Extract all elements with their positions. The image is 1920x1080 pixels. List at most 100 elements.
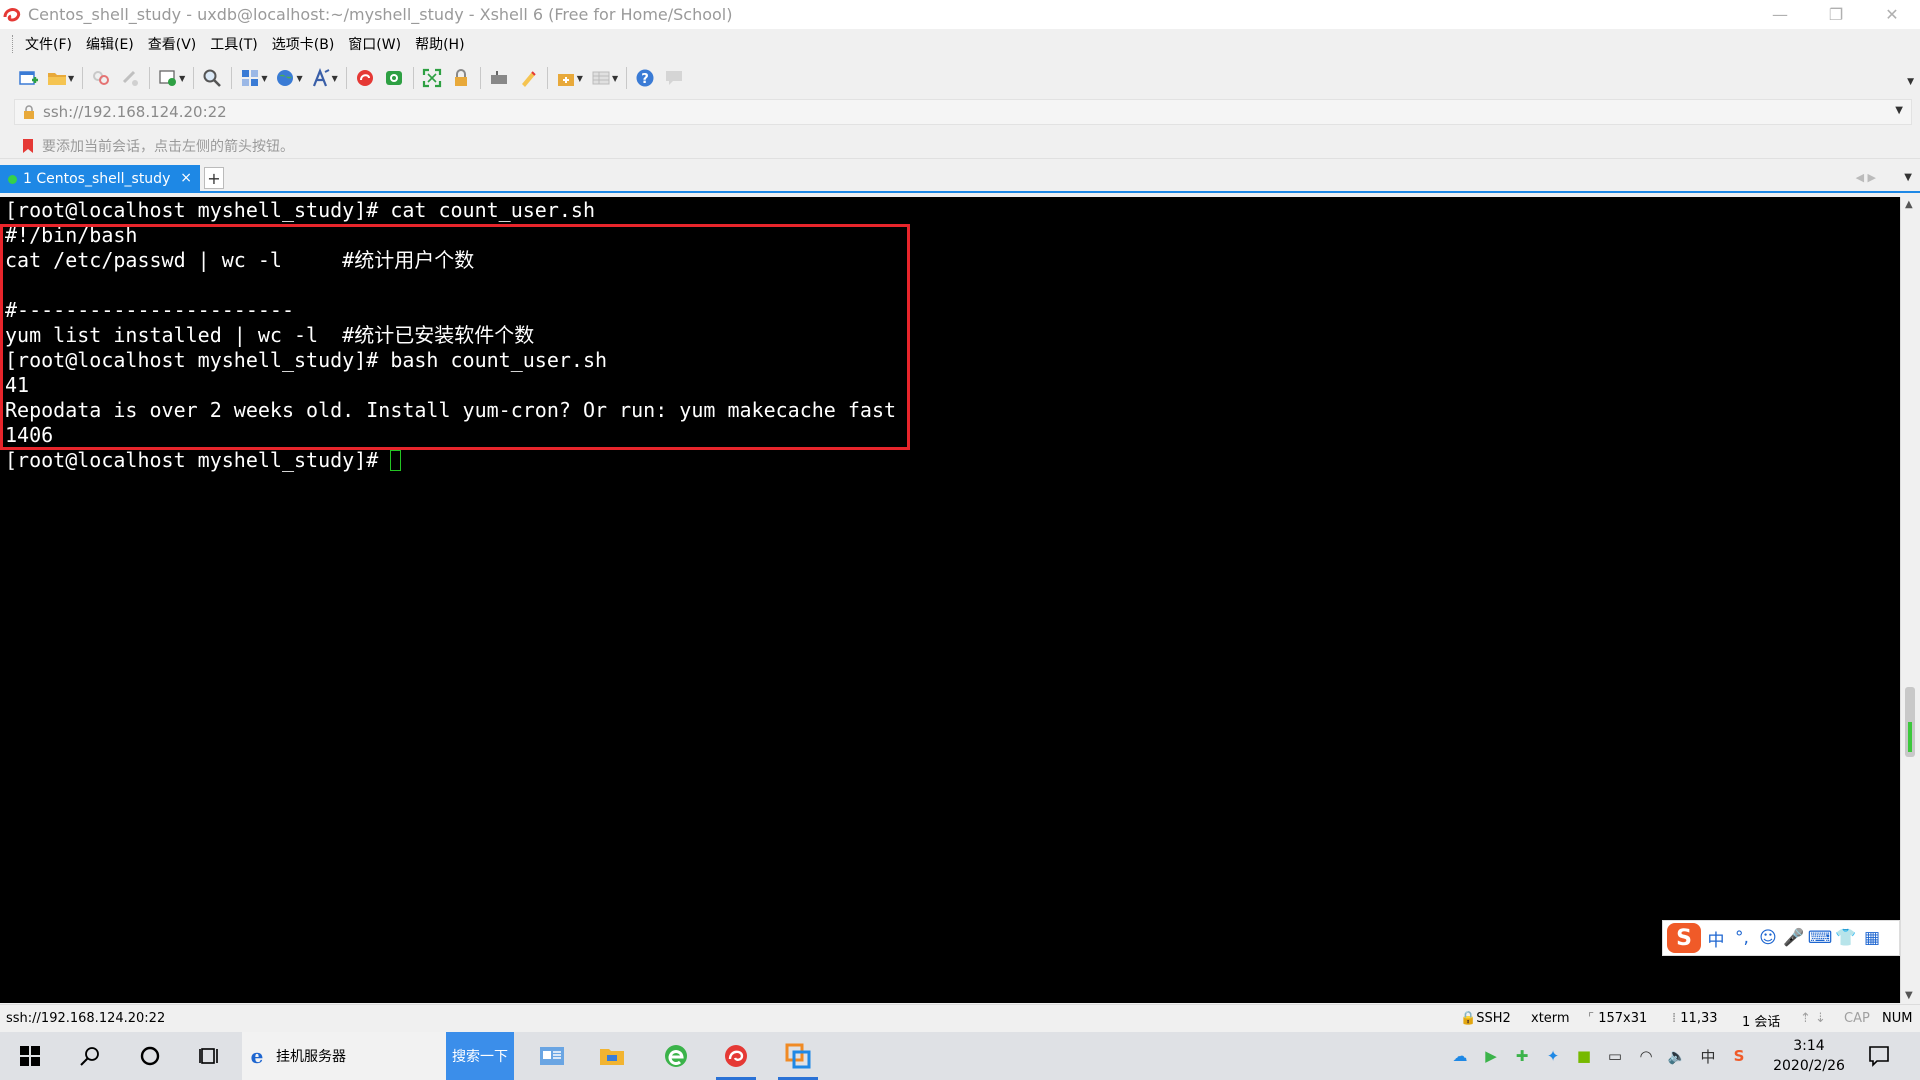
lock-icon[interactable] [447,64,475,92]
taskbar-clock[interactable]: 3:14 2020/2/26 [1764,1036,1854,1076]
ime-toolbar[interactable]: S 中 °, ☺ 🎤 ⌨ 👕 ▦ [1662,920,1900,956]
new-tab-button[interactable]: + [204,167,224,189]
taskbar-app-explorer-window-icon[interactable] [528,1032,576,1080]
ime-voice-icon[interactable]: 🎤 [1783,927,1805,949]
search-go-button[interactable]: 搜索一下 [446,1032,514,1080]
status-cap: CAP [1844,1011,1870,1026]
status-term-type: xterm [1531,1011,1570,1026]
status-size-text: 157x31 [1598,1011,1648,1026]
address-lock-icon [24,105,34,119]
window-controls: — ❐ ✕ [1752,0,1920,29]
open-folder-icon[interactable] [43,64,71,92]
tray-security-icon[interactable]: ✚ [1512,1046,1532,1066]
tab-label: 1 Centos_shell_study [23,171,171,187]
menu-tools[interactable]: 工具(T) [203,34,264,54]
status-cursor-text: 11,33 [1680,1011,1718,1026]
menu-help[interactable]: 帮助(H) [408,34,471,54]
address-bar[interactable]: ssh://192.168.124.20:22 ▼ [14,99,1912,125]
menu-edit[interactable]: 编辑(E) [79,34,141,54]
script-icon[interactable] [514,64,542,92]
svg-text:?: ? [641,72,649,87]
toolbar-overflow-icon[interactable]: ▼ [1907,77,1914,87]
cortana-icon[interactable] [126,1032,174,1080]
tray-sogou-icon[interactable]: S [1729,1046,1749,1066]
taskbar-xshell-icon[interactable] [712,1032,760,1080]
file-explorer-icon[interactable] [588,1032,636,1080]
system-tray: ☁ ▶ ✚ ✦ ■ ▭ ◠ 🔈 中 S [1450,1032,1760,1080]
close-button[interactable]: ✕ [1864,0,1920,29]
new-session-icon[interactable] [14,64,42,92]
grid-icon[interactable] [587,64,615,92]
address-input[interactable]: ssh://192.168.124.20:22 [43,103,227,121]
terminal-scrollbar[interactable]: ▲ ▼ [1900,197,1920,1003]
chat-icon[interactable] [660,64,688,92]
menu-view[interactable]: 查看(V) [141,34,204,54]
ime-skin-icon[interactable]: 👕 [1835,927,1857,949]
properties-icon[interactable] [154,64,182,92]
tray-cloud-icon[interactable]: ☁ [1450,1046,1470,1066]
minimize-button[interactable]: — [1752,0,1808,29]
reconnect-icon[interactable] [116,64,144,92]
xshell-icon[interactable] [351,64,379,92]
menu-file[interactable]: 文件(F) [18,34,79,54]
tray-wifi-icon[interactable]: ◠ [1636,1046,1656,1066]
tray-volume-icon[interactable]: 🔈 [1667,1046,1687,1066]
menu-grip [12,35,16,53]
tab-list-dropdown-icon[interactable]: ▼ [1904,172,1912,183]
ime-toolbox-icon[interactable]: ▦ [1861,927,1883,949]
status-sessions: 1 会话 [1742,1015,1781,1030]
fullscreen-icon[interactable] [418,64,446,92]
status-cursor-pos: ⁞ 11,33 [1672,1011,1718,1026]
toolbar-separator [626,67,628,89]
scroll-up-icon[interactable]: ▲ [1905,199,1913,210]
task-view-icon[interactable] [186,1032,234,1080]
tray-ime-indicator[interactable]: 中 [1698,1046,1718,1066]
menu-tabs[interactable]: 选项卡(B) [265,34,342,54]
transfer-icon[interactable] [552,64,580,92]
tab-centos-shell-study[interactable]: 1 Centos_shell_study × [0,165,200,193]
help-icon[interactable]: ? [631,64,659,92]
terminal-screen[interactable]: [root@localhost myshell_study]# cat coun… [0,197,1900,1003]
tray-battery-icon[interactable]: ▭ [1605,1046,1625,1066]
globe-icon[interactable] [271,64,299,92]
ime-emoji-icon[interactable]: ☺ [1757,927,1779,949]
ime-chinese-mode-icon[interactable]: 中 [1705,927,1727,951]
search-icon[interactable] [66,1032,114,1080]
status-address: ssh://192.168.124.20:22 [6,1011,166,1026]
ime-keyboard-icon[interactable]: ⌨ [1808,927,1833,949]
sogou-logo[interactable]: S [1667,923,1701,953]
svg-text:e: e [251,1045,264,1067]
ime-punctuation-icon[interactable]: °, [1731,927,1753,949]
taskbar-search-box[interactable]: e 挂机服务器 [242,1032,446,1080]
xftp-icon[interactable] [380,64,408,92]
menu-window[interactable]: 窗口(W) [341,34,408,54]
bookmark-arrow-icon[interactable] [20,138,36,154]
title-bar: Centos_shell_study - uxdb@localhost:~/my… [0,0,1920,29]
session-hint-bar: 要添加当前会话，点击左侧的箭头按钮。 [0,133,1920,159]
scroll-down-icon[interactable]: ▼ [1905,990,1913,1001]
tray-media-icon[interactable]: ▶ [1481,1046,1501,1066]
edge-browser-icon[interactable] [652,1032,700,1080]
restore-button[interactable]: ❐ [1808,0,1864,29]
tab-scroll-arrows-icon[interactable]: ◀ ▶ [1856,171,1876,184]
disconnect-icon[interactable] [87,64,115,92]
size-icon: ⌜ [1588,1011,1595,1026]
taskbar-search-text[interactable]: 挂机服务器 [276,1046,346,1066]
find-icon[interactable] [198,64,226,92]
notification-center-icon[interactable] [1864,1042,1894,1070]
keyboard-icon[interactable] [485,64,513,92]
tab-close-icon[interactable]: × [180,170,192,186]
terminal-line: [root@localhost myshell_study]# cat coun… [5,198,596,222]
font-icon[interactable] [307,64,335,92]
status-bar: ssh://192.168.124.20:22 🔒SSH2 xterm ⌜ 15… [0,1004,1920,1032]
session-hint-text: 要添加当前会话，点击左侧的箭头按钮。 [42,138,294,155]
tray-nvidia-icon[interactable]: ■ [1574,1046,1594,1066]
toolbar-separator [412,67,414,89]
taskbar-vmware-icon[interactable] [774,1032,822,1080]
address-dropdown-icon[interactable]: ▼ [1895,105,1903,116]
tray-feather-icon[interactable]: ✦ [1543,1046,1563,1066]
layout-icon[interactable] [236,64,264,92]
windows-start-icon[interactable] [6,1032,54,1080]
connected-status-icon [8,174,17,184]
toolbar-separator [479,67,481,89]
